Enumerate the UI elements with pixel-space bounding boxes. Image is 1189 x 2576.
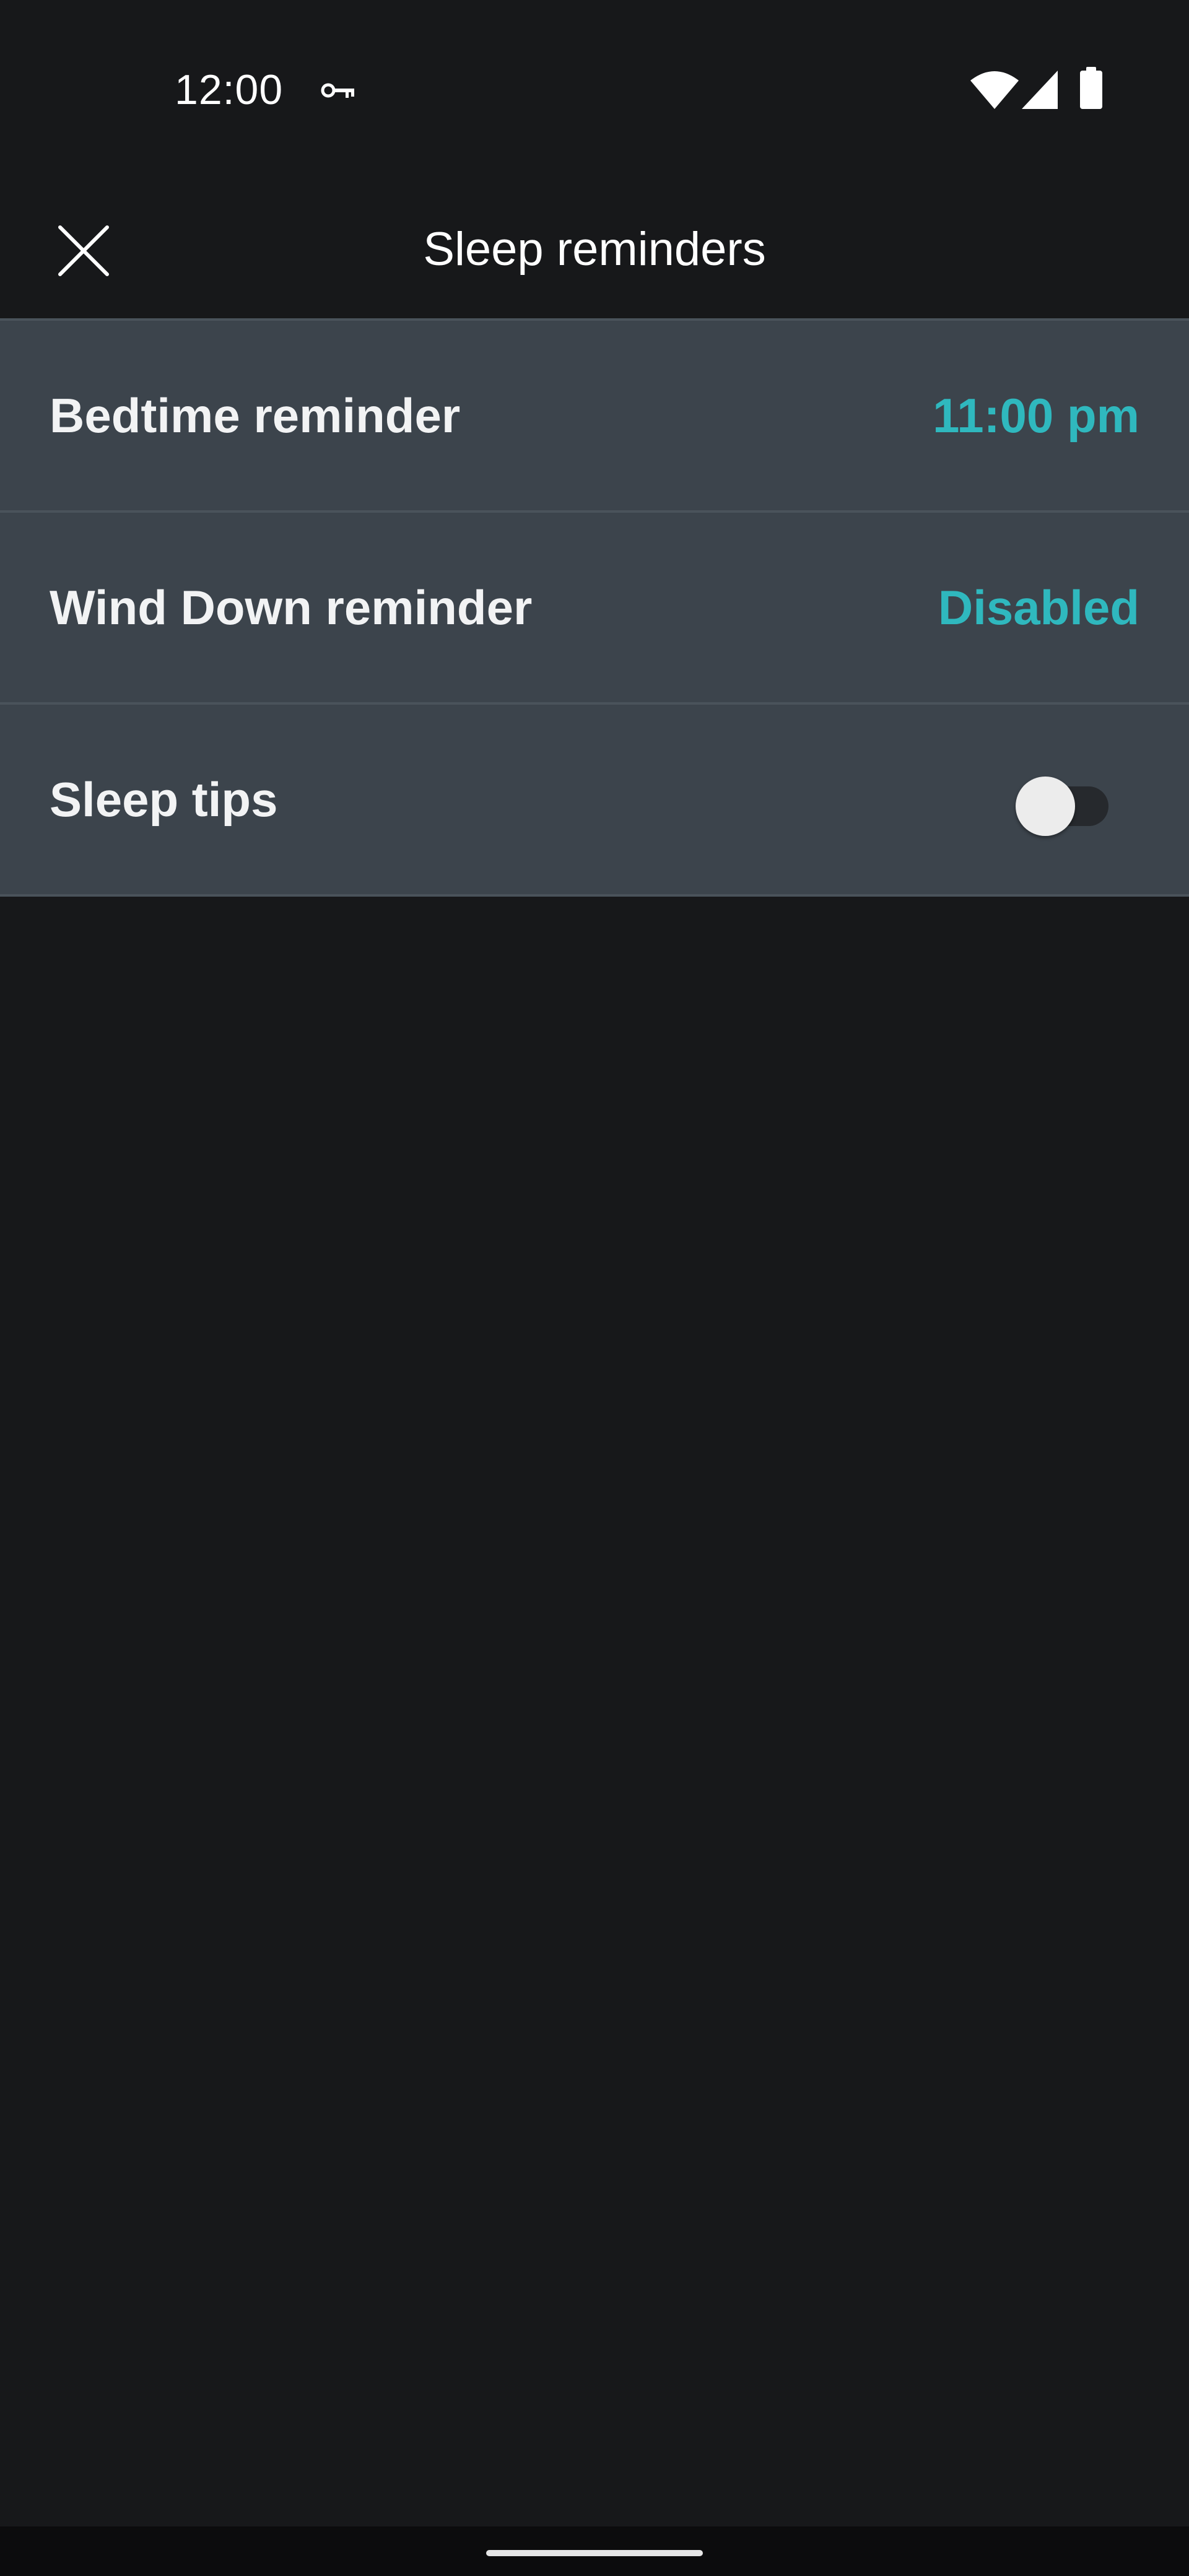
battery-icon [1080,67,1102,109]
bedtime-reminder-label: Bedtime reminder [50,388,461,443]
navigation-bar [0,2526,1189,2576]
app-bar: Sleep reminders [0,180,1189,318]
page-title: Sleep reminders [423,223,766,276]
status-time: 12:00 [175,66,284,113]
wind-down-reminder-value: Disabled [938,580,1139,635]
key-icon [321,83,354,98]
wind-down-reminder-label: Wind Down reminder [50,580,533,635]
status-bar: 12:00 [0,0,1189,180]
sleep-tips-row[interactable]: Sleep tips [0,705,1189,897]
wifi-icon [970,71,1019,109]
bedtime-reminder-row[interactable]: Bedtime reminder 11:00 pm [0,321,1189,513]
home-indicator[interactable] [486,2550,703,2556]
bedtime-reminder-value: 11:00 pm [933,388,1139,443]
settings-list: Bedtime reminder 11:00 pm Wind Down remi… [0,318,1189,897]
signal-icon [1022,71,1058,109]
toggle-thumb [1016,777,1075,836]
screen: 12:00 Sleep reminders Bedtime reminder 1… [0,0,1189,2576]
sleep-tips-toggle[interactable] [1016,765,1121,836]
sleep-tips-label: Sleep tips [50,772,278,827]
wind-down-reminder-row[interactable]: Wind Down reminder Disabled [0,513,1189,705]
